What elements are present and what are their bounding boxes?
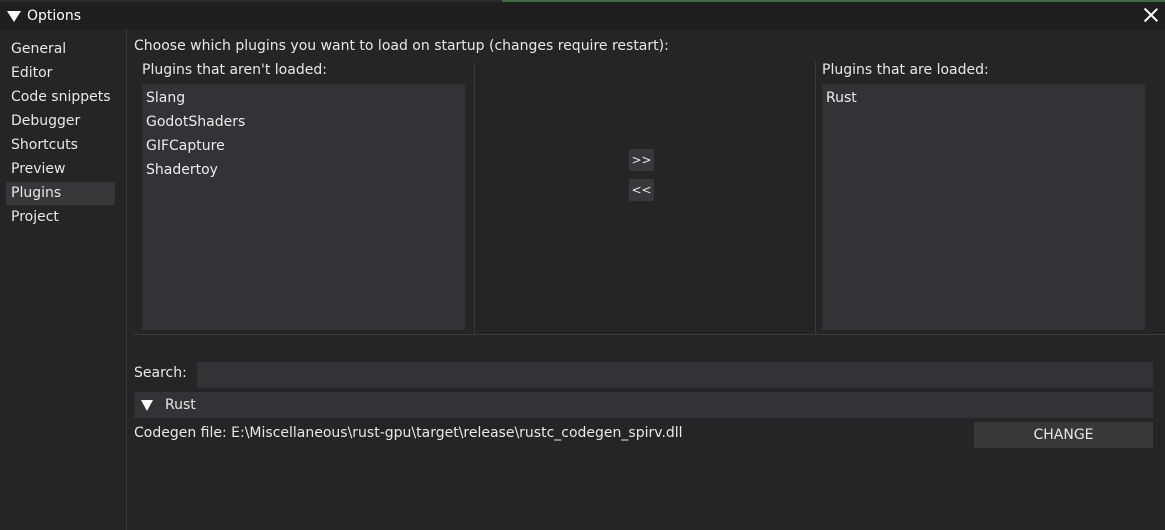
plugins-panel: Choose which plugins you want to load on… xyxy=(127,30,1165,530)
column-divider xyxy=(474,62,475,334)
search-label: Search: xyxy=(134,365,187,381)
sidebar-item-general[interactable]: General xyxy=(6,38,115,61)
options-window: Options General Editor Code snippets Deb… xyxy=(0,0,1165,530)
sidebar-item-project[interactable]: Project xyxy=(6,206,115,229)
change-button[interactable]: CHANGE xyxy=(974,422,1153,448)
column-divider xyxy=(815,62,816,334)
loaded-list[interactable]: Rust xyxy=(822,84,1145,330)
move-right-button[interactable]: >> xyxy=(629,149,654,171)
sidebar-item-preview[interactable]: Preview xyxy=(6,158,115,181)
move-left-button[interactable]: << xyxy=(629,179,654,201)
plugins-heading: Choose which plugins you want to load on… xyxy=(134,38,669,54)
list-item[interactable]: Rust xyxy=(826,86,857,110)
expand-triangle-icon xyxy=(141,399,153,411)
title-bar[interactable]: Options xyxy=(0,2,1165,30)
section-divider xyxy=(134,334,1165,335)
list-item[interactable]: GIFCapture xyxy=(146,134,225,158)
loaded-label: Plugins that are loaded: xyxy=(822,62,989,78)
sidebar: General Editor Code snippets Debugger Sh… xyxy=(0,30,126,530)
sidebar-item-shortcuts[interactable]: Shortcuts xyxy=(6,134,115,157)
sidebar-item-code-snippets[interactable]: Code snippets xyxy=(6,86,115,109)
list-item[interactable]: Slang xyxy=(146,86,185,110)
not-loaded-list[interactable]: Slang GodotShaders GIFCapture Shadertoy xyxy=(142,84,465,330)
sidebar-item-editor[interactable]: Editor xyxy=(6,62,115,85)
rust-section-header[interactable]: Rust xyxy=(134,392,1153,418)
window-title: Options xyxy=(27,8,82,24)
search-input[interactable] xyxy=(197,362,1153,388)
sidebar-item-debugger[interactable]: Debugger xyxy=(6,110,115,133)
sidebar-item-plugins[interactable]: Plugins xyxy=(6,182,115,205)
not-loaded-label: Plugins that aren't loaded: xyxy=(142,62,327,78)
collapse-triangle-icon[interactable] xyxy=(7,10,21,22)
codegen-file-path: Codegen file: E:\Miscellaneous\rust-gpu\… xyxy=(134,425,683,441)
list-item[interactable]: Shadertoy xyxy=(146,158,218,182)
list-item[interactable]: GodotShaders xyxy=(146,110,245,134)
close-icon[interactable] xyxy=(1143,7,1159,23)
rust-section-title: Rust xyxy=(165,397,196,413)
